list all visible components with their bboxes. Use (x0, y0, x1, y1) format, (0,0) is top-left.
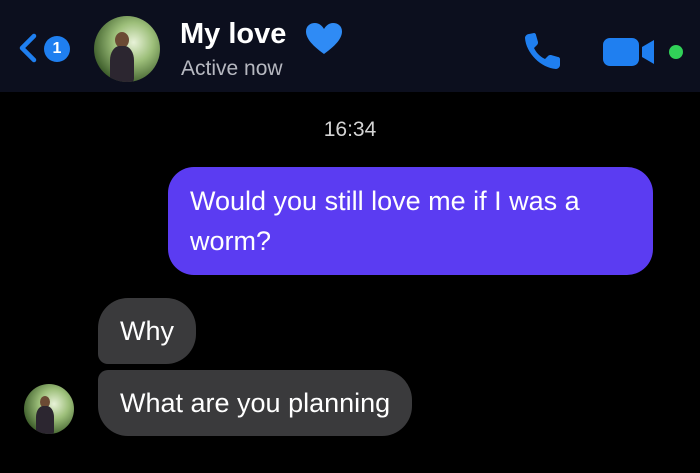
avatar-person-body (110, 46, 134, 82)
video-camera-icon (603, 38, 683, 66)
audio-call-button[interactable] (520, 28, 566, 74)
unread-count-badge[interactable]: 1 (44, 36, 70, 62)
chat-header: 1 My love Active now (0, 0, 700, 92)
video-call-button[interactable] (602, 32, 686, 72)
phone-icon (525, 33, 560, 69)
outgoing-message[interactable]: Would you still love me if I was a worm? (168, 167, 653, 275)
blue-heart-icon (306, 23, 342, 54)
contact-avatar[interactable] (94, 16, 160, 82)
sender-avatar[interactable] (24, 384, 74, 434)
active-status: Active now (181, 57, 283, 80)
incoming-message[interactable]: Why (98, 298, 196, 364)
incoming-message[interactable]: What are you planning (98, 370, 413, 436)
chevron-left-icon (19, 33, 37, 63)
online-indicator-dot (669, 45, 683, 59)
contact-name[interactable]: My love (180, 18, 286, 51)
avatar-person-body (36, 406, 54, 434)
message-timestamp: 16:34 (323, 118, 377, 141)
